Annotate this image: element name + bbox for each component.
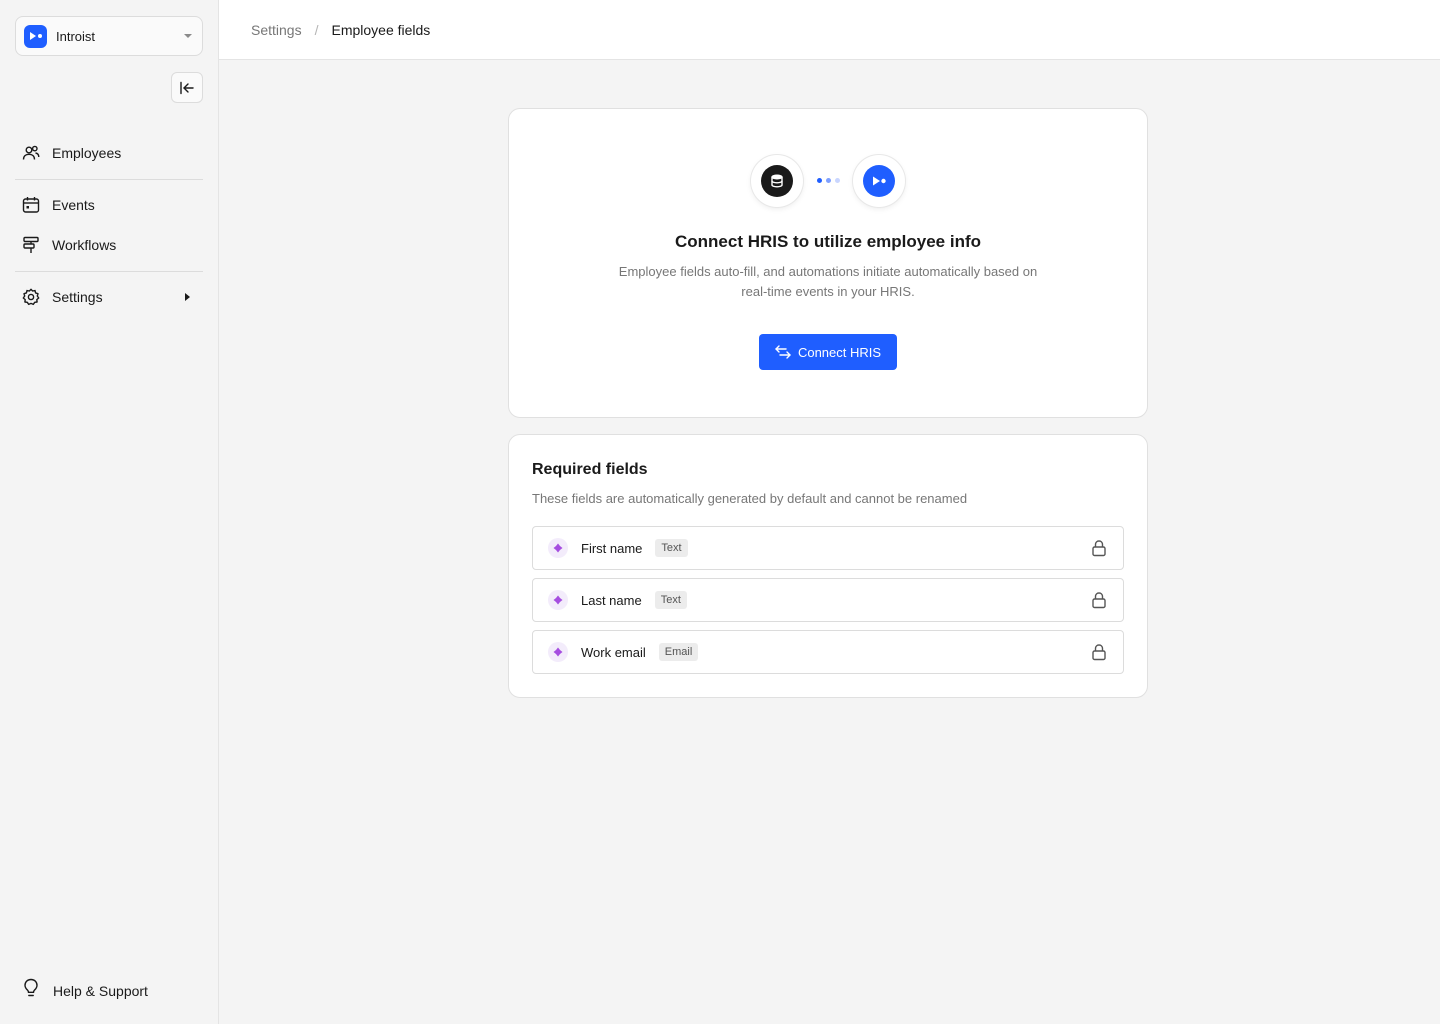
connect-hris-button[interactable]: Connect HRIS	[759, 334, 897, 370]
lock-icon	[1092, 592, 1106, 609]
hris-source-badge	[751, 155, 803, 207]
swap-arrows-icon	[775, 345, 791, 359]
field-type-icon	[548, 538, 568, 558]
field-row-last-name[interactable]: Last name Text	[532, 578, 1124, 622]
required-fields-title: Required fields	[532, 461, 648, 478]
sidebar-item-label: Events	[52, 197, 95, 213]
connection-dots	[817, 178, 840, 183]
database-icon	[761, 165, 793, 197]
page-title: Employee fields	[331, 21, 431, 38]
field-type-icon	[548, 590, 568, 610]
field-row-work-email[interactable]: Work email Email	[532, 630, 1124, 674]
help-support-link[interactable]: Help & Support	[22, 978, 148, 1003]
field-type-badge: Text	[654, 591, 687, 609]
connect-hris-label: Connect HRIS	[797, 344, 882, 360]
users-icon	[22, 144, 40, 162]
collapse-left-icon	[180, 81, 194, 94]
chevron-right-icon	[185, 293, 190, 301]
sidebar-item-events[interactable]: Events	[15, 188, 203, 222]
sidebar-item-settings[interactable]: Settings	[15, 280, 203, 314]
lightbulb-icon	[22, 978, 40, 1003]
sidebar-divider	[15, 179, 203, 180]
field-type-badge: Email	[658, 643, 699, 661]
hris-description: Employee fields auto-fill, and automatio…	[618, 264, 1038, 299]
field-name: Work email	[581, 644, 646, 660]
breadcrumb: Settings / Employee fields	[219, 0, 1440, 60]
sidebar: Introist Employees Events Workflows Sett…	[0, 0, 219, 1024]
workspace-name: Introist	[56, 28, 96, 44]
lock-icon	[1092, 644, 1106, 661]
gear-icon	[22, 288, 40, 306]
lock-icon	[1092, 540, 1106, 557]
introist-logo-icon	[863, 165, 895, 197]
sidebar-item-label: Settings	[52, 289, 103, 305]
field-type-badge: Text	[655, 539, 688, 557]
introist-logo-icon	[24, 24, 47, 48]
calendar-icon	[22, 196, 40, 214]
sidebar-item-label: Workflows	[52, 237, 117, 253]
hris-title: Connect HRIS to utilize employee info	[674, 232, 982, 251]
collapse-sidebar-button[interactable]	[171, 72, 203, 103]
required-fields-description: These fields are automatically generated…	[532, 491, 968, 506]
field-row-first-name[interactable]: First name Text	[532, 526, 1124, 570]
sidebar-item-workflows[interactable]: Workflows	[15, 228, 203, 262]
field-name: Last name	[581, 592, 642, 608]
chevron-down-icon	[184, 34, 192, 38]
introist-badge	[853, 155, 905, 207]
breadcrumb-separator: /	[314, 21, 319, 38]
workflows-icon	[22, 236, 40, 254]
field-type-icon	[548, 642, 568, 662]
help-support-label: Help & Support	[53, 982, 148, 999]
breadcrumb-settings-link[interactable]: Settings	[251, 22, 302, 38]
sidebar-item-employees[interactable]: Employees	[15, 136, 203, 170]
field-name: First name	[581, 540, 643, 556]
sidebar-divider	[15, 271, 203, 272]
sidebar-item-label: Employees	[52, 145, 122, 161]
workspace-switcher[interactable]: Introist	[15, 16, 203, 56]
